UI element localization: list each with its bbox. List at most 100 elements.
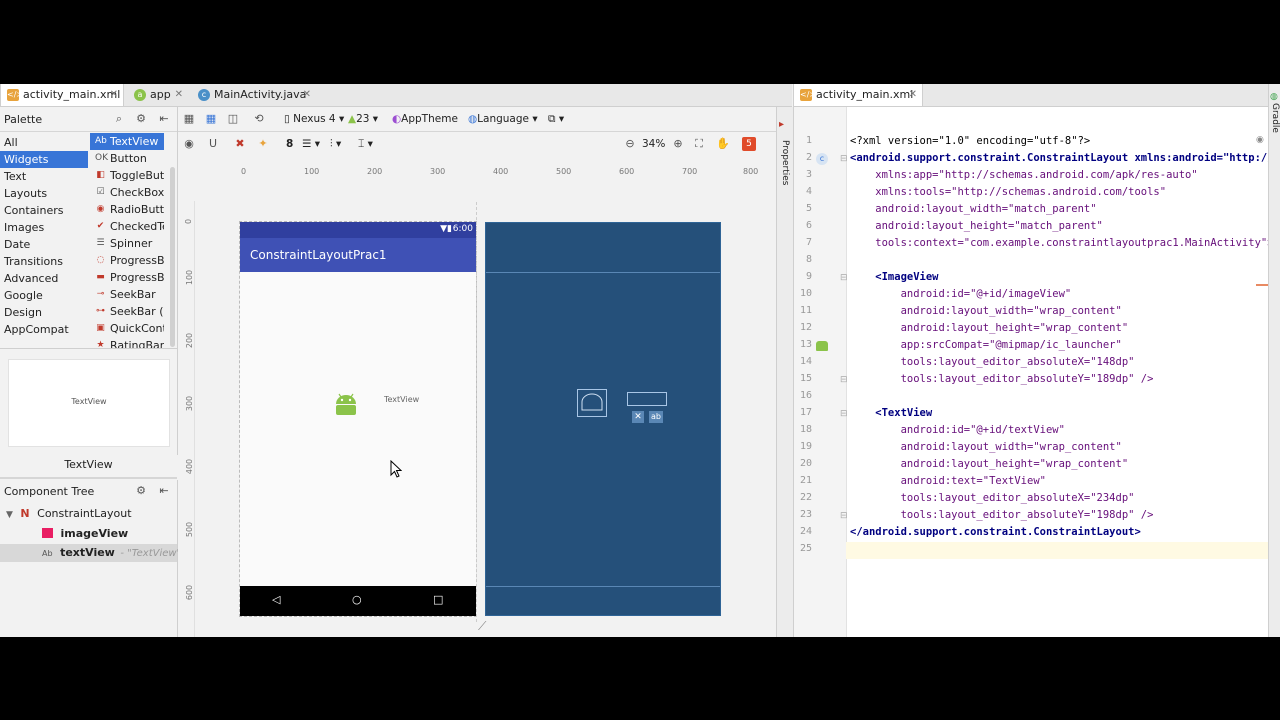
palette-widget-checkedtextview[interactable]: ✔CheckedTex [90, 218, 164, 235]
xml-file-icon: </> [7, 89, 24, 101]
eye-icon[interactable]: ◉ [182, 137, 196, 151]
progress-circle-icon: ◌ [96, 255, 105, 265]
palette-widget-progressbar-horizontal[interactable]: ▬ProgressBar [90, 269, 164, 286]
search-icon[interactable]: ⌕ [112, 112, 126, 126]
pack-icon[interactable]: ☰ ▾ [302, 135, 320, 153]
layout-variants-icon: ⧉ [548, 113, 556, 125]
hide-panel-icon[interactable]: ⇤ [157, 484, 171, 498]
tab-mainactivity-java[interactable]: c MainActivity.java ✕ [192, 84, 316, 106]
clear-constraints-icon[interactable]: ✖ [233, 137, 247, 151]
default-margin-value[interactable]: 8 [286, 135, 293, 153]
tab-activity-main-xml-text[interactable]: </> activity_main.xml ✕ [793, 84, 923, 106]
inspection-eye-icon[interactable]: ◉ [1256, 135, 1264, 145]
error-count-badge[interactable]: 5 [742, 137, 756, 151]
constraint-layout-icon: N [20, 507, 30, 520]
both-views-icon[interactable]: ◫ [226, 112, 240, 126]
warning-marker[interactable] [1256, 284, 1268, 286]
palette-widget-progressbar[interactable]: ◌ProgressBar [90, 252, 164, 269]
checked-text-icon: ✔ [96, 221, 105, 231]
infer-constraints-icon[interactable]: ✦ [256, 137, 270, 151]
device-selector[interactable]: ▯ Nexus 4 ▾ [284, 110, 344, 128]
gear-icon[interactable]: ⚙ [134, 484, 148, 498]
palette-panel: Palette ⌕ ⚙ ⇤ All Widgets Text Layouts C… [0, 107, 178, 455]
palette-widget-seekbar[interactable]: ⊸ SeekBar [90, 286, 164, 303]
magnet-icon[interactable]: U [206, 137, 220, 151]
zoom-out-icon[interactable]: ⊖ [623, 137, 637, 151]
baseline-constraint-icon[interactable]: ab [649, 411, 663, 423]
fold-icon[interactable]: ⊟ [840, 273, 848, 283]
back-icon[interactable]: ◁ [272, 593, 280, 606]
fold-icon[interactable]: ⊟ [840, 375, 848, 385]
tab-label: activity_main.xml [816, 88, 914, 101]
gradle-tab[interactable]: Gradle [1270, 103, 1280, 143]
class-gutter-icon[interactable]: c [816, 153, 828, 165]
fold-icon[interactable]: ⊟ [840, 154, 848, 164]
delete-constraints-icon[interactable]: ✕ [632, 411, 644, 423]
seekbar-icon: ⊸ [96, 289, 105, 299]
theme-selector[interactable]: ◐AppTheme [392, 110, 458, 128]
blueprint-textview[interactable] [627, 392, 667, 406]
component-tree-panel: Component Tree ⚙ ⇤ ▼ N ConstraintLayout … [0, 480, 181, 637]
palette-widget-seekbar-discrete[interactable]: ⊶SeekBar (Di [90, 303, 164, 320]
gradle-icon[interactable]: ◍ [1270, 92, 1278, 102]
tree-item-label: imageView [60, 527, 129, 540]
home-icon[interactable]: ○ [352, 593, 362, 606]
palette-widget-spinner[interactable]: ☰ Spinner [90, 235, 164, 252]
tab-label: activity_main.xml [23, 88, 121, 101]
api-selector[interactable]: ▲23 ▾ [348, 110, 378, 128]
design-toolbar-bottom: ◉ U ✖ ✦ 8 ☰ ▾ ⫶ ▾ ⌶ ▾ ⊖ 34% ⊕ ⛶ ✋ 5 [178, 132, 776, 156]
design-view-icon[interactable]: ▦ [182, 112, 196, 126]
blueprint-view-icon[interactable]: ▦ [204, 112, 218, 126]
close-icon[interactable]: ✕ [303, 84, 311, 106]
pan-hand-icon[interactable]: ✋ [716, 137, 730, 151]
widget-preview: TextView [8, 359, 170, 447]
tab-label: app [150, 88, 171, 101]
xml-editor[interactable]: c ⊟ ⊟ ⊟ ⊟ ⊟ ◉ [793, 107, 1269, 637]
hide-panel-icon[interactable]: ⇤ [157, 112, 171, 126]
palette-widget-checkbox[interactable]: ☑ CheckBox [90, 184, 164, 201]
language-selector[interactable]: ◍Language ▾ [468, 110, 538, 128]
tree-item-textview[interactable]: Ab textView - "TextView" [0, 544, 181, 562]
align-icon[interactable]: ⫶ ▾ [330, 135, 341, 153]
layout-variants-selector[interactable]: ⧉ ▾ [548, 110, 564, 128]
zoom-in-icon[interactable]: ⊕ [671, 137, 685, 151]
close-icon[interactable]: ✕ [909, 84, 917, 106]
android-icon: ▲ [348, 113, 357, 125]
resize-handle-icon[interactable]: ⟋ [478, 619, 486, 634]
palette-widget-textview[interactable]: Ab TextView [90, 133, 164, 150]
palette-scrollbar[interactable] [170, 167, 175, 347]
tab-app[interactable]: a app ✕ [128, 84, 188, 106]
palette-widget-button[interactable]: OK Button [90, 150, 164, 167]
tree-item-constraintlayout[interactable]: ▼ N ConstraintLayout [6, 505, 174, 523]
design-toolbar-top: ▦ ▦ ◫ ⟲ ▯ Nexus 4 ▾ ▲23 ▾ ◐AppTheme ◍Lan… [178, 107, 776, 132]
orientation-icon[interactable]: ⟲ [252, 112, 266, 126]
recents-icon[interactable]: □ [433, 593, 443, 606]
palette-widget-ratingbar[interactable]: ★ RatingBar [90, 337, 164, 348]
button-icon: OK [95, 153, 108, 163]
close-icon[interactable]: ✕ [175, 84, 183, 106]
expand-arrow-icon[interactable]: ▼ [6, 510, 13, 520]
vertical-ruler: 0 100 200 300 400 500 600 [184, 218, 195, 601]
progress-bar-icon: ▬ [96, 272, 105, 282]
fold-icon[interactable]: ⊟ [840, 511, 848, 521]
palette-header: Palette ⌕ ⚙ ⇤ [0, 107, 177, 132]
preview-splitter[interactable] [0, 477, 177, 479]
blueprint-imageview[interactable] [577, 389, 607, 417]
imageview-android[interactable] [333, 392, 359, 416]
zoom-fit-icon[interactable]: ⛶ [692, 137, 706, 151]
spinner-icon: ☰ [96, 238, 105, 248]
properties-icon[interactable]: ▸ [779, 119, 784, 130]
android-studio-window: </> activity_main.xml ✕ a app ✕ c MainAc… [0, 84, 1280, 637]
guidelines-icon[interactable]: ⌶ ▾ [358, 135, 373, 153]
close-icon[interactable]: ✕ [110, 84, 118, 106]
textview-preview[interactable]: TextView [384, 395, 419, 404]
palette-widget-quickcontactbadge[interactable]: ▣QuickConta [90, 320, 164, 337]
palette-widget-radiobutton[interactable]: ◉RadioButtor [90, 201, 164, 218]
tab-activity-main-xml[interactable]: </> activity_main.xml ✕ [0, 84, 124, 106]
navigation-bar: ◁ ○ □ [240, 586, 476, 616]
palette-widget-togglebutton[interactable]: ◧ToggleButto [90, 167, 164, 184]
tree-item-imageview[interactable]: imageView [42, 525, 128, 543]
gear-icon[interactable]: ⚙ [134, 112, 148, 126]
fold-icon[interactable]: ⊟ [840, 409, 848, 419]
java-class-icon: c [198, 89, 210, 101]
